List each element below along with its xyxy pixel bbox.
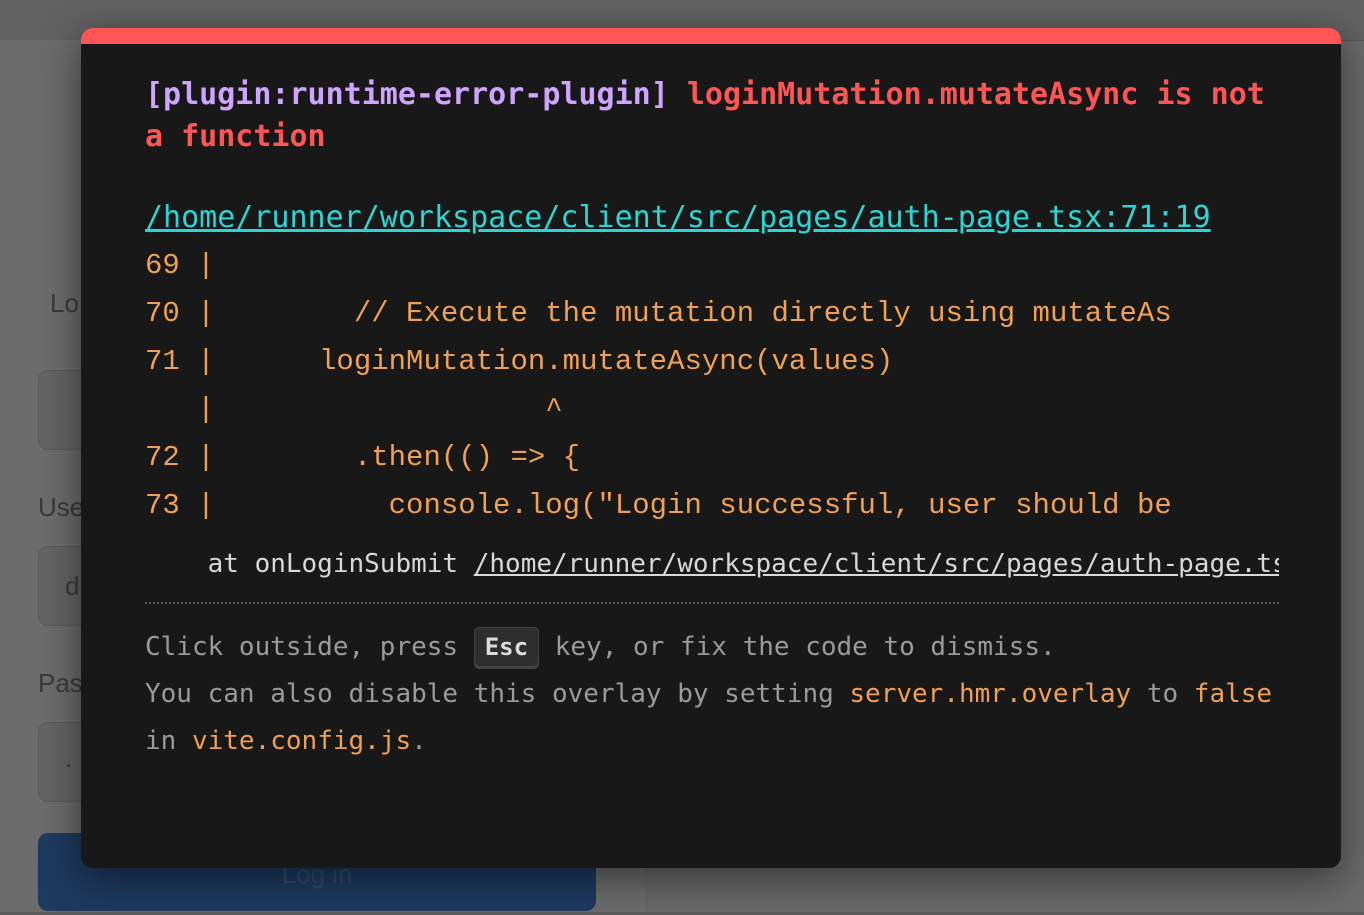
background-username-label: Use — [38, 492, 85, 522]
background-password-value: . — [65, 743, 73, 773]
background-password-label: Pas — [38, 668, 83, 698]
tip-text: in — [145, 726, 192, 756]
background-username-value: d — [65, 571, 80, 601]
code-frame-line: 72 | .then(() => { — [145, 441, 581, 474]
stack-prefix: at onLoginSubmit — [145, 549, 474, 579]
stack-trace: at onLoginSubmit /home/runner/workspace/… — [145, 546, 1279, 582]
code-frame-line: 71 | loginMutation.mutateAsync(values) — [145, 345, 894, 378]
setting-name: server.hmr.overlay — [849, 679, 1132, 709]
tip-line-3: in vite.config.js. — [145, 718, 1279, 765]
error-overlay[interactable]: [plugin:runtime-error-plugin] loginMutat… — [81, 28, 1341, 868]
error-message: [plugin:runtime-error-plugin] loginMutat… — [145, 74, 1279, 158]
error-accent-bar — [81, 28, 1341, 44]
code-frame-line: 73 | console.log("Login successful, user… — [145, 489, 1172, 522]
esc-key: Esc — [473, 627, 540, 667]
tip-text: . — [411, 726, 427, 756]
background-tab-label: Lo — [50, 288, 79, 318]
tip-line-2: You can also disable this overlay by set… — [145, 671, 1279, 718]
tip-text: key, or fix the code to dismiss. — [539, 632, 1056, 662]
tip-line-1: Click outside, press Esc key, or fix the… — [145, 624, 1279, 671]
plugin-name: [plugin:runtime-error-plugin] — [145, 77, 669, 112]
tip-text: You can also disable this overlay by set… — [145, 679, 850, 709]
code-frame-line: 70 | // Execute the mutation directly us… — [145, 297, 1172, 330]
dismiss-tip: Click outside, press Esc key, or fix the… — [145, 624, 1279, 765]
tip-text: Click outside, press — [145, 632, 474, 662]
error-file-link[interactable]: /home/runner/workspace/client/src/pages/… — [145, 194, 1265, 242]
code-frame: 69 | 70 | // Execute the mutation direct… — [145, 242, 1279, 530]
error-content: [plugin:runtime-error-plugin] loginMutat… — [145, 74, 1279, 765]
stack-location-link[interactable]: /home/runner/workspace/client/src/pages/… — [474, 549, 1279, 579]
tip-text: to — [1131, 679, 1194, 709]
code-frame-line: 69 | — [145, 249, 215, 282]
false-value: false — [1193, 679, 1273, 709]
code-frame-line: | ^ — [145, 393, 563, 426]
config-file: vite.config.js — [191, 726, 412, 756]
divider — [145, 602, 1279, 604]
